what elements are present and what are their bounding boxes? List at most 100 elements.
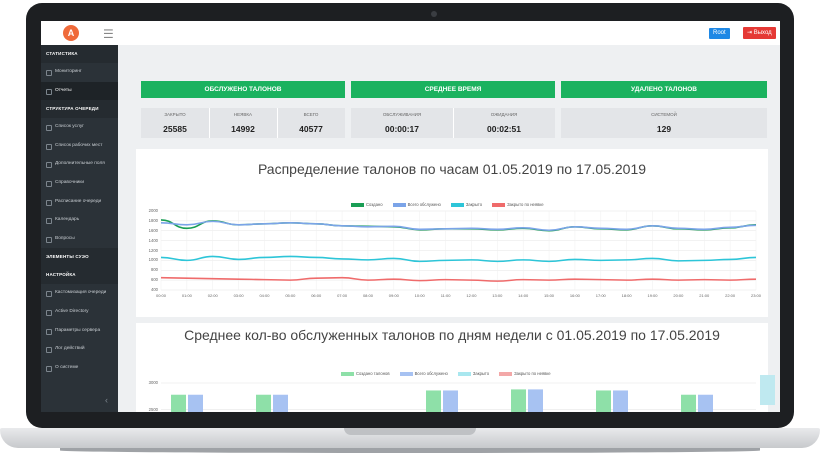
sidebar-item[interactable]: Отчеты [41,81,118,101]
x-tick-label: 18:00 [621,293,632,298]
bar [273,394,288,412]
menu-item-icon [46,291,52,298]
x-tick-label: 14:00 [518,293,529,298]
stat-card-body: ЗАКРЫТО 25585 НЕЯВКА 14992 ВСЕГО 40577 [141,108,345,138]
menu-item-icon [46,236,52,243]
x-tick-label: 11:00 [440,293,451,298]
sidebar-item-label: Мониторинг [55,69,82,74]
stat-label: ОБСЛУЖИВАНИЯ [382,112,422,117]
x-tick-label: 04:00 [259,293,270,298]
sidebar-item-label: Active Directory [55,308,89,314]
stat-label: НЕЯВКА [233,112,253,117]
menu-toggle-icon[interactable]: ☰ [103,27,114,41]
bar [613,390,628,412]
menu-item-icon [46,125,52,132]
stat-cell: НЕЯВКА 14992 [209,108,277,138]
stat-label: ОЖИДАНИЯ [490,112,518,117]
sidebar-item[interactable]: Дополнительные поля [41,155,118,174]
sidebar-item[interactable]: Список услуг [41,118,118,137]
sidebar-item-label: Список рабочих мест [55,142,103,148]
x-tick-label: 08:00 [362,293,373,298]
scroll-hint [760,375,775,405]
x-tick-label: 12:00 [466,293,477,298]
y-tick-label: 3000 [148,380,158,385]
laptop-base [0,428,820,448]
x-tick-label: 15:00 [544,293,555,298]
app-logo[interactable]: A [63,25,79,41]
sidebar-item[interactable]: Вопросы [41,230,118,249]
stat-card-title: СРЕДНЕЕ ВРЕМЯ [351,81,555,98]
sidebar-item-label: Параметры сервера [55,327,101,333]
y-tick-label: 1800 [148,217,158,223]
y-tick-label: 400 [151,287,158,292]
stat-cell: ЗАКРЫТО 25585 [141,108,209,138]
sidebar-section-title: ЭЛЕМЕНТЫ СУЭО [41,248,118,267]
stat-value: 14992 [231,124,255,134]
x-tick-label: 19:00 [647,293,658,298]
bar [511,389,526,412]
stat-value: 25585 [163,124,187,134]
weekday-chart-panel: Среднее кол-во обслуженных талонов по дн… [136,323,768,412]
stat-divider [209,108,210,138]
hourly-chart-panel: Распределение талонов по часам 01.05.201… [136,149,768,317]
x-tick-label: 22:00 [725,293,736,298]
y-tick-label: 1400 [148,237,158,243]
menu-item-icon [46,347,52,354]
x-tick-label: 10:00 [414,293,425,298]
menu-item-icon [46,328,52,335]
top-bar: A ☰ Root ⇥ Выход [41,21,780,46]
stat-card-title: УДАЛЕНО ТАЛОНОВ [561,81,767,98]
sidebar-item[interactable]: Список рабочих мест [41,137,118,156]
sidebar-item-label: Календарь [55,217,80,223]
sidebar-item[interactable]: Расписание очереди [41,193,118,212]
menu-item-icon [46,162,52,169]
sidebar-item[interactable]: Параметры сервера [41,322,118,341]
logout-label: Выход [753,30,772,36]
sidebar-item[interactable]: Active Directory [41,303,118,322]
x-tick-label: 02:00 [207,293,218,298]
hourly-line-chart [160,210,757,291]
user-button[interactable]: Root [709,28,730,39]
sidebar-item-label: Справочники [55,179,85,185]
base-notch [344,428,476,435]
sidebar-section-title: СТРУКТУРА ОЧЕРЕДИ [41,100,118,119]
menu-item-icon [46,309,52,316]
menu-item-icon [46,70,52,76]
x-tick-label: 07:00 [337,293,348,298]
stat-label: ЗАКРЫТО [164,112,186,117]
sidebar-item[interactable]: О системе [41,359,118,378]
y-tick-label: 2500 [148,406,158,412]
menu-item-icon [46,88,52,95]
collapse-sidebar-icon[interactable]: ‹ [105,395,108,405]
menu-item-icon [46,180,52,187]
menu-item-icon [46,365,52,372]
bar [596,390,611,412]
menu-item-icon [46,143,52,150]
x-tick-label: 05:00 [285,293,296,298]
sidebar-item[interactable]: Мониторинг [41,63,118,82]
logout-button[interactable]: ⇥ Выход [743,27,776,39]
sidebar-item[interactable]: Справочники [41,174,118,193]
x-tick-label: 09:00 [388,293,399,298]
sidebar-item-label: Лог действий [55,346,85,352]
y-tick-label: 600 [151,277,158,283]
stat-value: 129 [656,124,672,134]
bar [188,394,203,412]
sidebar-item-label: Кастомизация очереди [55,290,107,296]
y-tick-label: 1600 [148,227,158,233]
sidebar-item-label: О системе [55,364,79,370]
sidebar-item[interactable]: Кастомизация очереди [41,284,118,303]
sidebar-item[interactable]: Календарь [41,211,118,230]
stat-card-title: ОБСЛУЖЕНО ТАЛОНОВ [141,81,345,98]
stat-card-body: ОБСЛУЖИВАНИЯ 00:00:17 ОЖИДАНИЯ 00:02:51 [351,108,555,138]
x-tick-label: 06:00 [311,293,322,298]
x-tick-label: 23:00 [750,293,761,298]
bar [681,394,696,412]
bar [256,394,271,412]
laptop-foot [60,448,760,453]
y-tick-label: 2000 [148,208,158,213]
bar [698,394,713,412]
screen: A ☰ Root ⇥ Выход СТАТИСТИКА Мониторинг Отч… [41,21,780,412]
sidebar-item[interactable]: Лог действий [41,340,118,359]
stat-value: 00:02:51 [486,124,522,134]
